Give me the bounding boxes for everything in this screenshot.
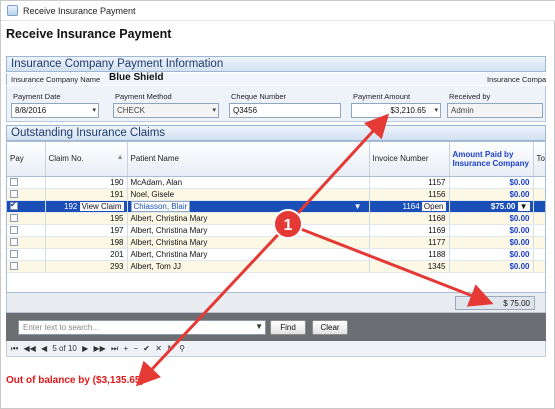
callout-number: 1 bbox=[284, 217, 293, 234]
arrow-to-payment-amount bbox=[286, 113, 390, 226]
annotation-overlay: 1 bbox=[135, 113, 494, 387]
arrow-to-balance bbox=[135, 222, 290, 387]
arrow-to-total bbox=[287, 222, 494, 307]
